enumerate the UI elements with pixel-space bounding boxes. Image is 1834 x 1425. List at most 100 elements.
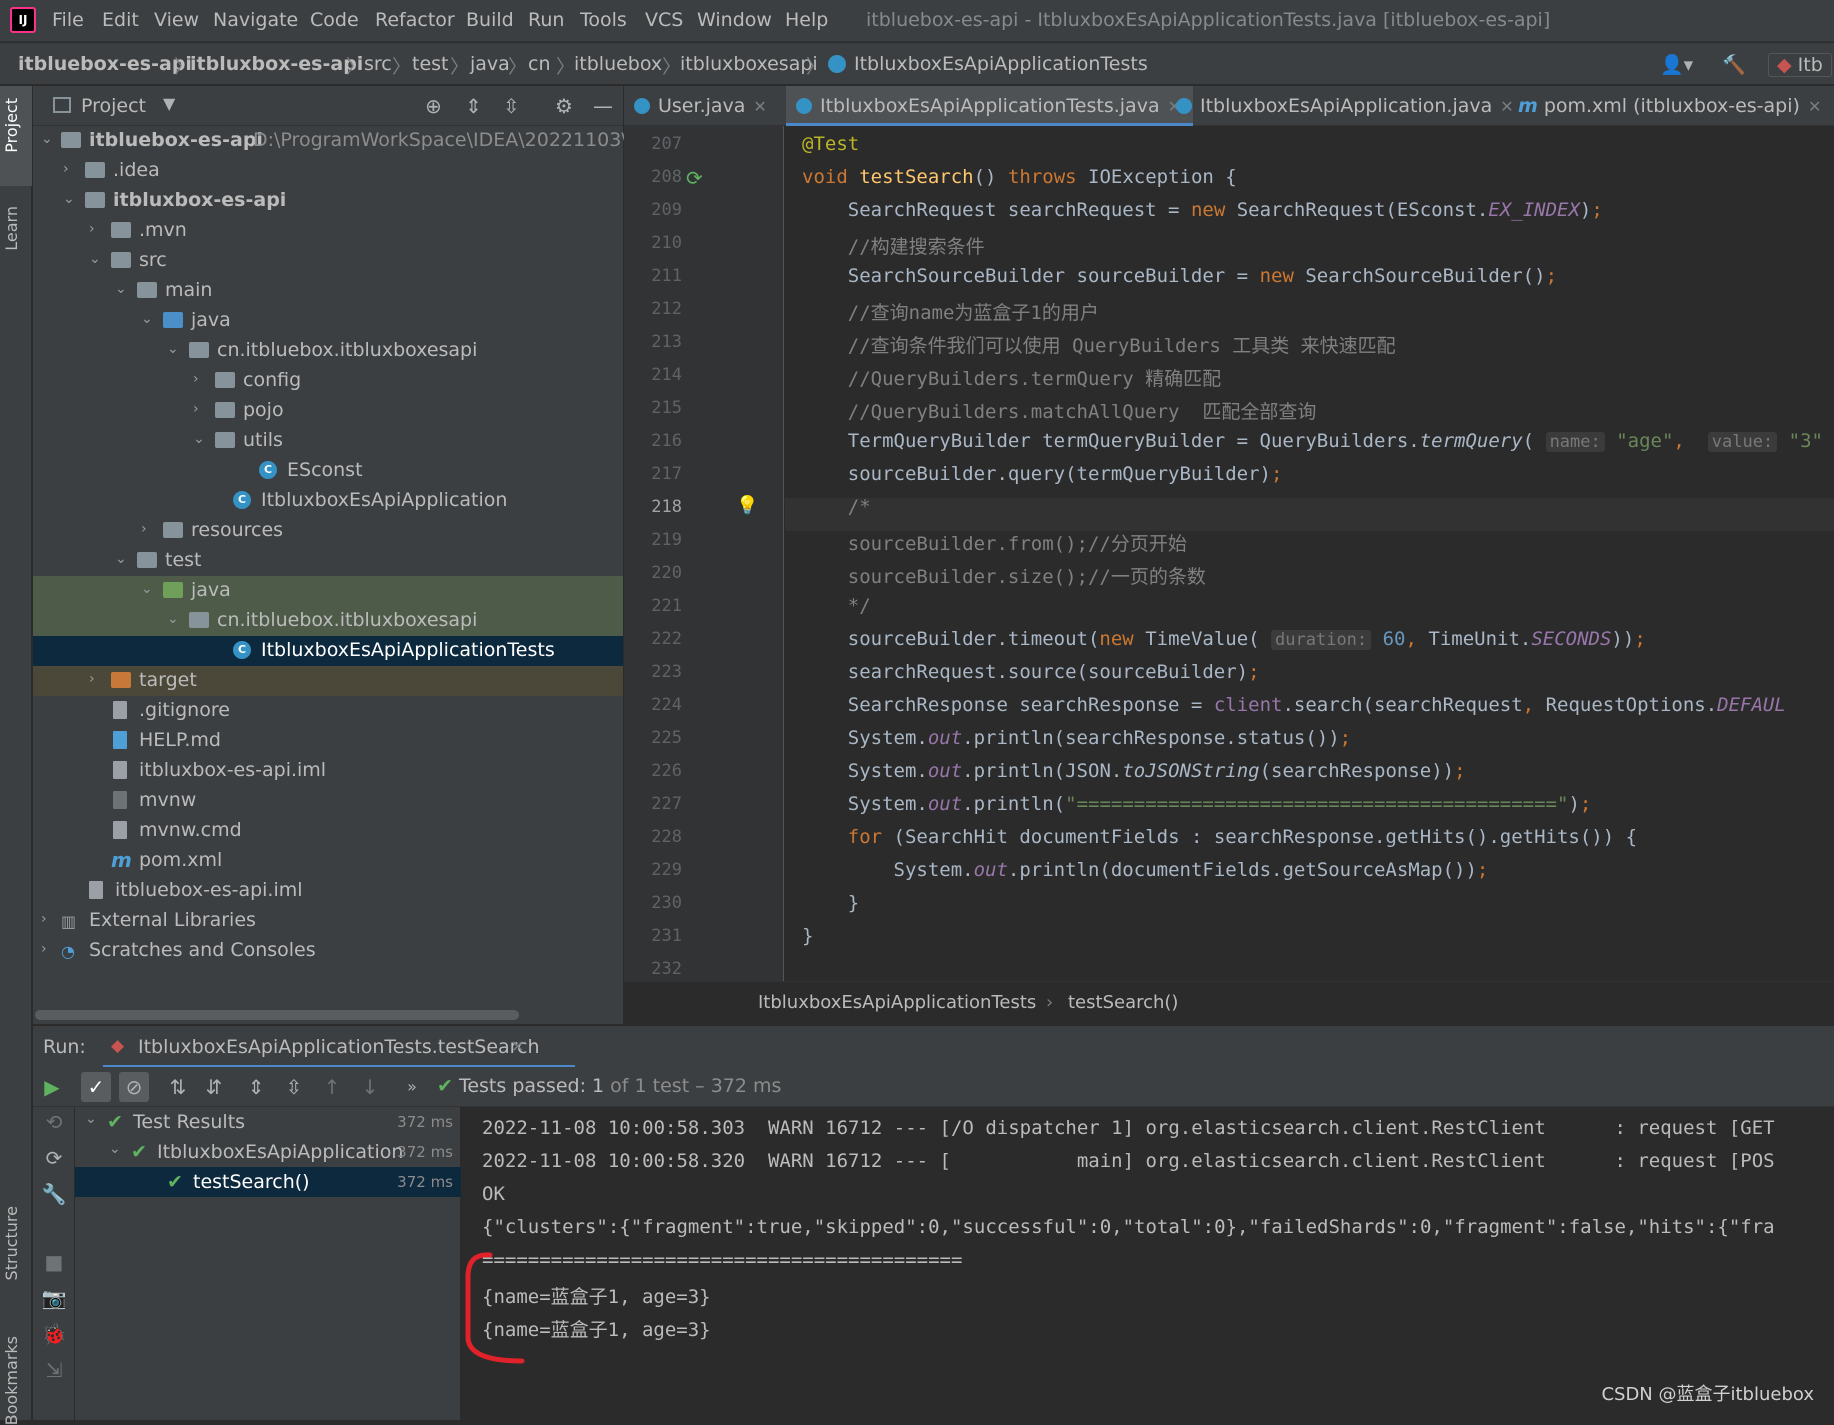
crumb-java[interactable]: java: [470, 53, 510, 75]
stop-icon[interactable]: ■: [39, 1247, 69, 1277]
show-ignored-icon[interactable]: ⊘: [119, 1072, 149, 1102]
breadcrumb-class[interactable]: ItbluxboxEsApiApplicationTests: [758, 992, 1036, 1013]
tree-item-pom[interactable]: m pom.xml: [33, 846, 623, 876]
hide-panel-icon[interactable]: —: [593, 94, 613, 118]
menu-file[interactable]: File: [52, 9, 84, 31]
close-icon[interactable]: ✕: [1808, 97, 1821, 116]
menu-build[interactable]: Build: [466, 9, 514, 31]
crumb-test[interactable]: test: [412, 53, 449, 75]
collapse-all-icon[interactable]: ⇳: [279, 1072, 309, 1102]
tree-item-external-libraries[interactable]: › ▥ External Libraries: [33, 906, 623, 936]
code-comment[interactable]: //QueryBuilders.termQuery 精确匹配: [802, 364, 1221, 391]
tool-window-project[interactable]: Project: [2, 98, 21, 153]
code-comment[interactable]: sourceBuilder.size();//一页的条数: [802, 562, 1206, 589]
tree-item-scratches[interactable]: › ◔ Scratches and Consoles: [33, 936, 623, 966]
collapse-all-icon[interactable]: ⇳: [503, 94, 520, 118]
tab-tests-java[interactable]: ItbluxboxEsApiApplicationTests.java ✕: [786, 86, 1193, 126]
tree-item-main-java[interactable]: ⌄ java: [33, 306, 623, 336]
code-line[interactable]: System.out.println(documentFields.getSou…: [802, 859, 1489, 881]
tree-item-test-package[interactable]: ⌄ cn.itbluebox.itbluxboxesapi: [33, 606, 623, 636]
crumb-src[interactable]: src: [364, 53, 392, 75]
code-comment[interactable]: */: [802, 595, 871, 617]
crumb-module[interactable]: itbluxbox-es-api: [190, 53, 363, 75]
close-icon[interactable]: ✕: [753, 97, 766, 116]
tree-item-tests-class[interactable]: C ItbluxboxEsApiApplicationTests: [33, 636, 623, 666]
menu-run[interactable]: Run: [528, 9, 564, 31]
menu-code[interactable]: Code: [310, 9, 359, 31]
project-panel-title[interactable]: Project: [81, 95, 146, 117]
tree-item-esconst[interactable]: C ESconst: [33, 456, 623, 486]
export-icon[interactable]: ⇲: [39, 1355, 69, 1385]
rerun-icon[interactable]: ▶: [37, 1072, 67, 1102]
close-icon[interactable]: ✕: [511, 1037, 524, 1056]
crumb-cn[interactable]: cn: [528, 53, 551, 75]
code-comment[interactable]: //查询name为蓝盒子1的用户: [802, 298, 1099, 325]
code-line[interactable]: @Test: [802, 133, 859, 155]
rerun-failed-icon[interactable]: ⟲: [39, 1107, 69, 1137]
tree-item-root[interactable]: ⌄ itbluebox-es-api D:\ProgramWorkSpace\I…: [33, 126, 653, 156]
menu-refactor[interactable]: Refactor: [375, 9, 455, 31]
tree-item-config[interactable]: › config: [33, 366, 623, 396]
tree-item-gitignore[interactable]: .gitignore: [33, 696, 623, 726]
tree-item-target[interactable]: › target: [33, 666, 623, 696]
tree-item-application[interactable]: C ItbluxboxEsApiApplication: [33, 486, 623, 516]
tool-window-learn[interactable]: Learn: [2, 206, 21, 251]
dropdown-arrow-icon[interactable]: ▼: [163, 94, 175, 113]
breadcrumb-method[interactable]: testSearch(): [1068, 992, 1178, 1013]
code-line[interactable]: System.out.println(JSON.toJSONString(sea…: [802, 760, 1466, 782]
run-config-selector[interactable]: ◆ Itb: [1768, 53, 1832, 77]
menu-navigate[interactable]: Navigate: [213, 9, 298, 31]
code-line[interactable]: sourceBuilder.query(termQueryBuilder);: [802, 463, 1283, 485]
run-test-gutter-icon[interactable]: ⟳: [686, 166, 703, 190]
next-icon[interactable]: ↓: [355, 1072, 385, 1102]
menu-window[interactable]: Window: [697, 9, 772, 31]
tool-window-bookmarks[interactable]: Bookmarks: [2, 1336, 21, 1425]
toggle-auto-test-icon[interactable]: ⟳: [39, 1143, 69, 1173]
code-line[interactable]: SearchRequest searchRequest = new Search…: [802, 199, 1603, 221]
bug-icon[interactable]: 🐞: [39, 1319, 69, 1349]
tree-item-resources[interactable]: › resources: [33, 516, 623, 546]
code-comment[interactable]: //构建搜索条件: [802, 232, 985, 259]
menu-tools[interactable]: Tools: [580, 9, 627, 31]
show-passed-icon[interactable]: ✓: [81, 1072, 111, 1102]
code-line[interactable]: System.out.println("====================…: [802, 793, 1592, 815]
user-icon[interactable]: 👤▾: [1660, 53, 1693, 76]
gear-icon[interactable]: ⚙: [555, 94, 573, 118]
lightbulb-icon[interactable]: 💡: [736, 495, 758, 516]
tree-item-mvn[interactable]: › .mvn: [33, 216, 623, 246]
tree-item-mvnw-cmd[interactable]: mvnw.cmd: [33, 816, 623, 846]
menu-vcs[interactable]: VCS: [645, 9, 683, 31]
wrench-icon[interactable]: 🔧: [39, 1179, 69, 1209]
tree-item-pojo[interactable]: › pojo: [33, 396, 623, 426]
tool-window-structure[interactable]: Structure: [2, 1206, 21, 1280]
menu-edit[interactable]: Edit: [102, 9, 139, 31]
close-icon[interactable]: ✕: [1500, 97, 1513, 116]
tree-item-test-java[interactable]: ⌄ java: [33, 576, 623, 606]
crumb-itbluebox[interactable]: itbluebox: [574, 53, 662, 75]
result-row-method[interactable]: ✔ testSearch() 372 ms: [75, 1167, 461, 1197]
code-comment[interactable]: /*: [802, 496, 871, 518]
tree-item-module[interactable]: ⌄ itbluxbox-es-api: [33, 186, 623, 216]
code-line[interactable]: for (SearchHit documentFields : searchRe…: [802, 826, 1637, 848]
locate-file-icon[interactable]: ⊕: [425, 94, 442, 118]
code-line[interactable]: sourceBuilder.timeout(new TimeValue( dur…: [802, 628, 1646, 650]
result-row-root[interactable]: ⌄ ✔ Test Results 372 ms: [75, 1107, 461, 1137]
tree-item-test[interactable]: ⌄ test: [33, 546, 623, 576]
code-line[interactable]: System.out.println(searchResponse.status…: [802, 727, 1351, 749]
tree-item-main-package[interactable]: ⌄ cn.itbluebox.itbluxboxesapi: [33, 336, 623, 366]
tree-item-mvnw[interactable]: mvnw: [33, 786, 623, 816]
tab-user-java[interactable]: User.java ✕: [634, 86, 767, 126]
console-output[interactable]: 2022-11-08 10:00:58.303 WARN 16712 --- […: [462, 1107, 1834, 1420]
menu-view[interactable]: View: [154, 9, 199, 31]
result-row-class[interactable]: ⌄ ✔ ItbluxboxEsApiApplication 372 ms: [75, 1137, 461, 1167]
camera-icon[interactable]: 📷: [39, 1283, 69, 1313]
sort-alpha-icon[interactable]: ⇅: [163, 1072, 193, 1102]
crumb-project[interactable]: itbluebox-es-api: [18, 53, 192, 75]
tab-application-java[interactable]: ItbluxboxEsApiApplication.java ✕: [1176, 86, 1514, 126]
tree-item-src[interactable]: ⌄ src: [33, 246, 623, 276]
tree-item-root-iml[interactable]: itbluebox-es-api.iml: [33, 876, 623, 906]
tree-item-help-md[interactable]: HELP.md: [33, 726, 623, 756]
tree-item-module-iml[interactable]: itbluxbox-es-api.iml: [33, 756, 623, 786]
code-comment[interactable]: sourceBuilder.from();//分页开始: [802, 529, 1187, 556]
menu-help[interactable]: Help: [785, 9, 828, 31]
